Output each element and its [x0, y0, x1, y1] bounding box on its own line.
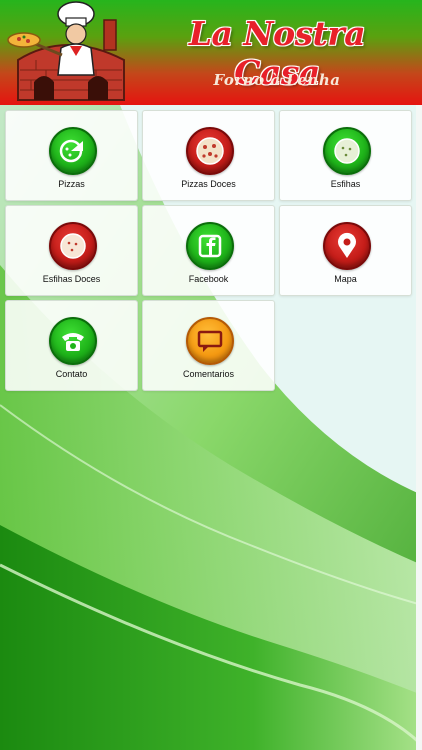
menu-tile-mapa[interactable]: Mapa	[279, 205, 412, 296]
menu-tile-label: Comentarios	[182, 369, 235, 379]
menu-tile-label: Contato	[55, 369, 88, 379]
menu-tile-esfihas-doces[interactable]: Esfihas Doces	[5, 205, 138, 296]
page-edge	[416, 105, 422, 750]
menu-tile-label: Facebook	[188, 274, 229, 284]
pizza-icon	[186, 127, 234, 175]
telephone-icon	[49, 317, 97, 365]
menu-tile-label: Esfihas	[330, 179, 361, 189]
menu-tile-label: Esfihas Doces	[42, 274, 101, 284]
app-screen: La Nostra Casa Forno à Lenha Pizzas Pizz…	[0, 0, 422, 750]
menu-tile-contato[interactable]: Contato	[5, 300, 138, 391]
menu-tile-comentarios[interactable]: Comentarios	[142, 300, 275, 391]
comment-icon	[186, 317, 234, 365]
menu-tile-label: Pizzas	[58, 179, 85, 189]
menu-tile-pizzas-doces[interactable]: Pizzas Doces	[142, 110, 275, 201]
brand-subtitle: Forno à Lenha	[213, 71, 341, 89]
esfiha-icon	[49, 222, 97, 270]
pizza-slice-icon	[49, 127, 97, 175]
facebook-icon	[186, 222, 234, 270]
header-banner: La Nostra Casa Forno à Lenha	[0, 0, 422, 108]
map-pin-icon	[323, 222, 371, 270]
green-swoosh-background	[0, 105, 422, 750]
menu-tile-facebook[interactable]: Facebook	[142, 205, 275, 296]
menu-tile-pizzas[interactable]: Pizzas	[5, 110, 138, 201]
chef-oven-icon	[7, 1, 125, 101]
menu-tile-label: Mapa	[334, 274, 357, 284]
menu-tile-esfihas[interactable]: Esfihas	[279, 110, 412, 201]
esfiha-icon	[323, 127, 371, 175]
menu-tile-label: Pizzas Doces	[181, 179, 236, 189]
